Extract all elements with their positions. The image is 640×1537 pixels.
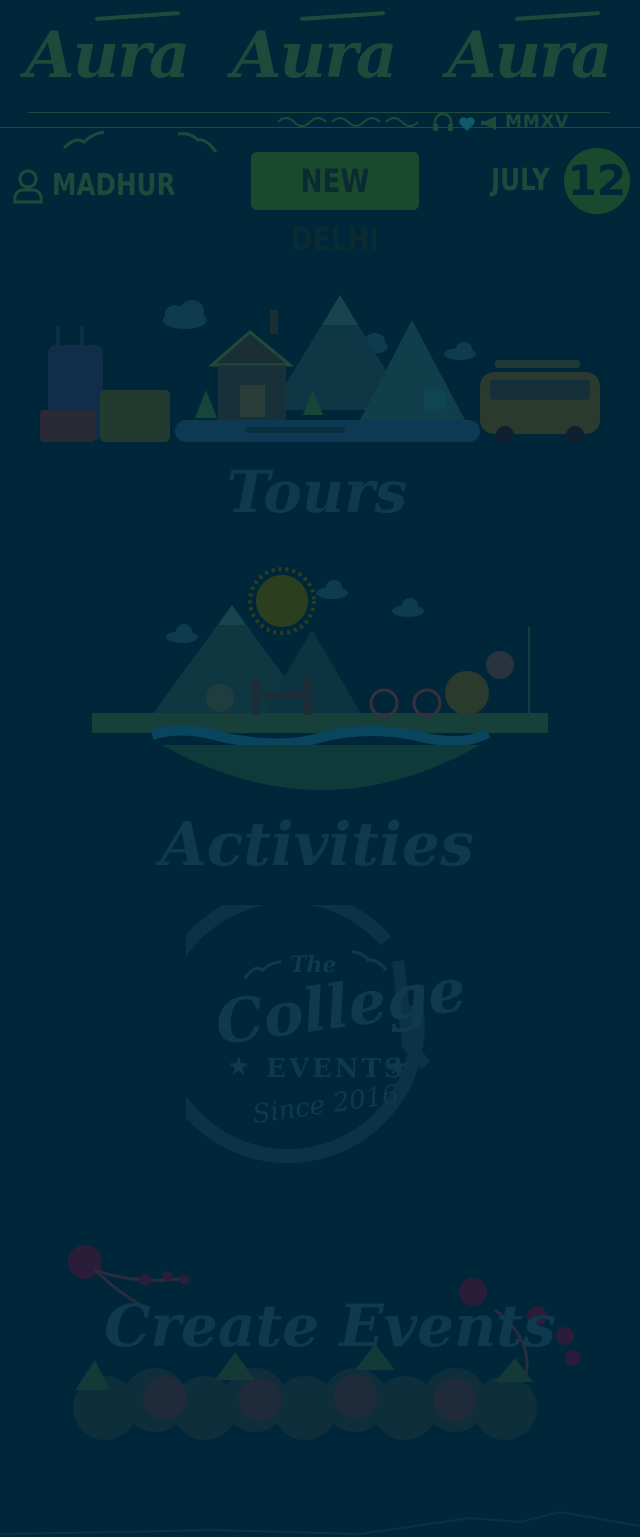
date-month: JULY (491, 163, 550, 198)
megaphone-icon (481, 116, 496, 130)
date-day: 12 (567, 156, 627, 205)
wave-icon (278, 117, 419, 127)
activities-illustration (92, 567, 548, 790)
headphones-icon (433, 112, 453, 131)
date-day-badge: 12 (564, 148, 630, 214)
bird-icon (62, 130, 105, 150)
brand-logo: Aura (447, 18, 612, 93)
city-label: NEW DELHI (290, 162, 380, 258)
star-icon: ★ (386, 1052, 410, 1082)
tours-illustration (40, 295, 600, 444)
tours-title: Tours (226, 458, 408, 526)
user-icon (13, 169, 43, 204)
city-selector-button[interactable]: NEW DELHI (251, 152, 419, 258)
footer-decoration (0, 1510, 640, 1536)
activities-title: Activities (160, 810, 474, 880)
college-events-word: EVENTS (266, 1054, 406, 1084)
create-events-title: Create Events (104, 1292, 556, 1360)
star-icon: ★ (227, 1052, 251, 1082)
tagline: MMXV (505, 112, 570, 132)
bird-icon (243, 960, 282, 979)
brand-logo: Aura (25, 18, 190, 93)
user-name: MADHUR (52, 168, 176, 203)
brand-logo: Aura (232, 18, 397, 93)
bird-icon (177, 132, 218, 153)
heart-icon (459, 117, 475, 131)
user-profile[interactable]: MADHUR (10, 165, 175, 209)
